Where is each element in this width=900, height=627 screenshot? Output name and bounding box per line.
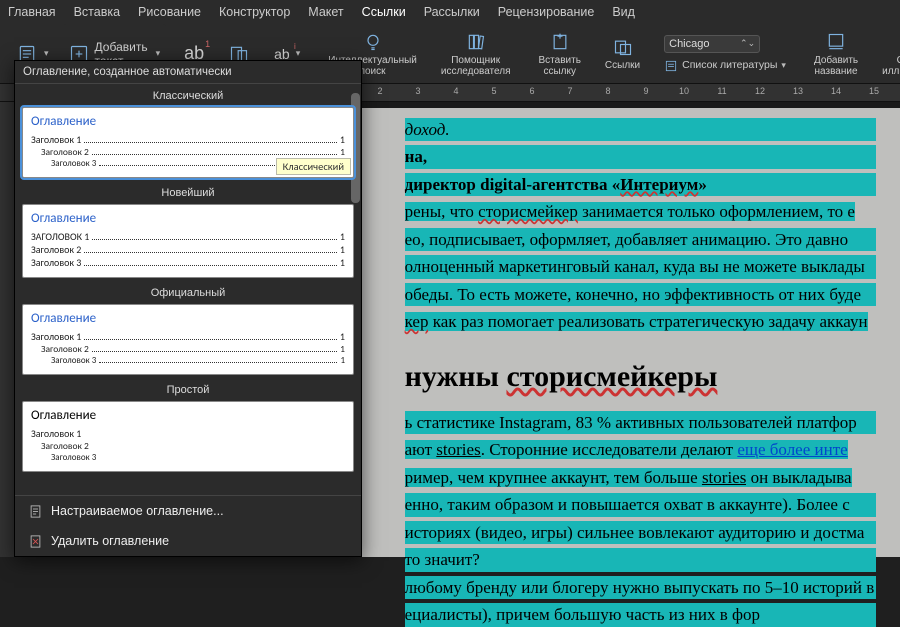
text-line[interactable]: олноценный маркетинговый канал, куда вы … [405,255,876,278]
vertical-ruler[interactable] [0,102,15,557]
tab-конструктор[interactable]: Конструктор [219,5,290,19]
heading[interactable]: нужны сторисмейкеры [405,356,876,397]
citations-button[interactable]: Ссылки [595,24,650,83]
citations-icon [612,36,634,58]
books-icon [465,31,487,53]
toc-style-preview[interactable]: ОглавлениеЗаголовок 11Заголовок 21Заголо… [22,304,354,375]
chevron-down-icon: ▾ [44,48,49,59]
text-line[interactable]: ают stories. Сторонние исследователи дел… [405,438,876,461]
text-line[interactable]: енно, таким образом и повышается охват в… [405,493,876,516]
insert-citation-button[interactable]: Вставить ссылку [529,24,591,83]
text-line[interactable]: рены, что сторисмейкер занимается только… [405,200,876,223]
text-line[interactable]: историях (видео, игры) сильнее вовлекают… [405,521,876,544]
tab-рисование[interactable]: Рисование [138,5,201,19]
toc-panel-footer: Настраиваемое оглавление... Удалить огла… [15,495,361,556]
remove-icon [27,533,43,549]
menu-tabs: Главная Вставка Рисование Конструктор Макет С… [0,0,900,24]
bibliography-button[interactable]: Список литературы ▾ [664,59,786,73]
toc-panel-header: Оглавление, созданное автоматически [15,61,361,84]
text-line[interactable]: ример, чем крупнее аккаунт, тем больше s… [405,466,876,489]
biblio-icon [664,59,678,73]
toc-style-preview[interactable]: ОглавлениеЗаголовок 11Заголовок 21Заголо… [22,107,354,178]
bibliography-group: Chicago ⌃⌄ Список литературы ▾ [654,24,796,83]
tab-макет[interactable]: Макет [308,5,343,19]
text-line[interactable]: то значит? [405,548,876,571]
text-line[interactable]: доход. [405,118,876,141]
chevron-down-icon: ▾ [156,48,161,59]
text-line[interactable]: обеды. То есть можете, конечно, но эффек… [405,283,876,306]
text-line[interactable]: кер как раз помогает реализовать стратег… [405,310,876,333]
table-of-figures-button[interactable]: Список иллюстраций [872,24,900,83]
text-line[interactable]: на, [405,145,876,168]
toc-style-header: Официальный [20,284,356,302]
toc-style-header: Простой [20,381,356,399]
tab-вставка[interactable]: Вставка [74,5,120,19]
researcher-button[interactable]: Помощник исследователя [431,24,521,83]
toc-gallery-list[interactable]: КлассическийОглавлениеЗаголовок 11Заголо… [15,84,361,495]
doc-icon [27,503,43,519]
caption-icon [825,31,847,53]
custom-toc-button[interactable]: Настраиваемое оглавление... [15,496,361,526]
chevron-down-icon: ▾ [296,48,301,59]
toc-style-preview[interactable]: ОглавлениеЗаголовок 1Заголовок 2Заголово… [22,401,354,472]
toc-style-header: Новейший [20,184,356,202]
bulb-icon [362,31,384,53]
toc-style-header: Классический [20,87,356,105]
toc-gallery-panel: Оглавление, созданное автоматически Клас… [14,60,362,557]
tab-вид[interactable]: Вид [612,5,635,19]
text-line[interactable]: директор digital-агентства «Интериум» [405,173,876,196]
toc-style-preview[interactable]: ОглавлениеЗАГОЛОВОК 11Заголовок 21Заголо… [22,204,354,278]
chevron-updown-icon: ⌃⌄ [740,38,755,49]
tooltip: Классический [276,158,351,175]
text-line[interactable]: ь статистике Instagram, 83 % активных по… [405,411,876,434]
tab-ссылки[interactable]: Ссылки [362,5,406,19]
remove-toc-button[interactable]: Удалить оглавление [15,526,361,556]
chevron-down-icon: ▾ [781,60,786,71]
insert-caption-button[interactable]: Добавить название [804,24,868,83]
text-line[interactable]: ециалисты), причем большую часть из них … [405,603,876,626]
citation-icon [549,31,571,53]
biblio-style-select[interactable]: Chicago ⌃⌄ [664,35,760,53]
tab-главная[interactable]: Главная [8,5,56,19]
text-line[interactable]: ео, подписывает, оформляет, добавляет ан… [405,228,876,251]
tab-рецензирование[interactable]: Рецензирование [498,5,595,19]
tab-рассылки[interactable]: Рассылки [424,5,480,19]
text-line[interactable]: любому бренду или блогеру нужно выпускат… [405,576,876,599]
